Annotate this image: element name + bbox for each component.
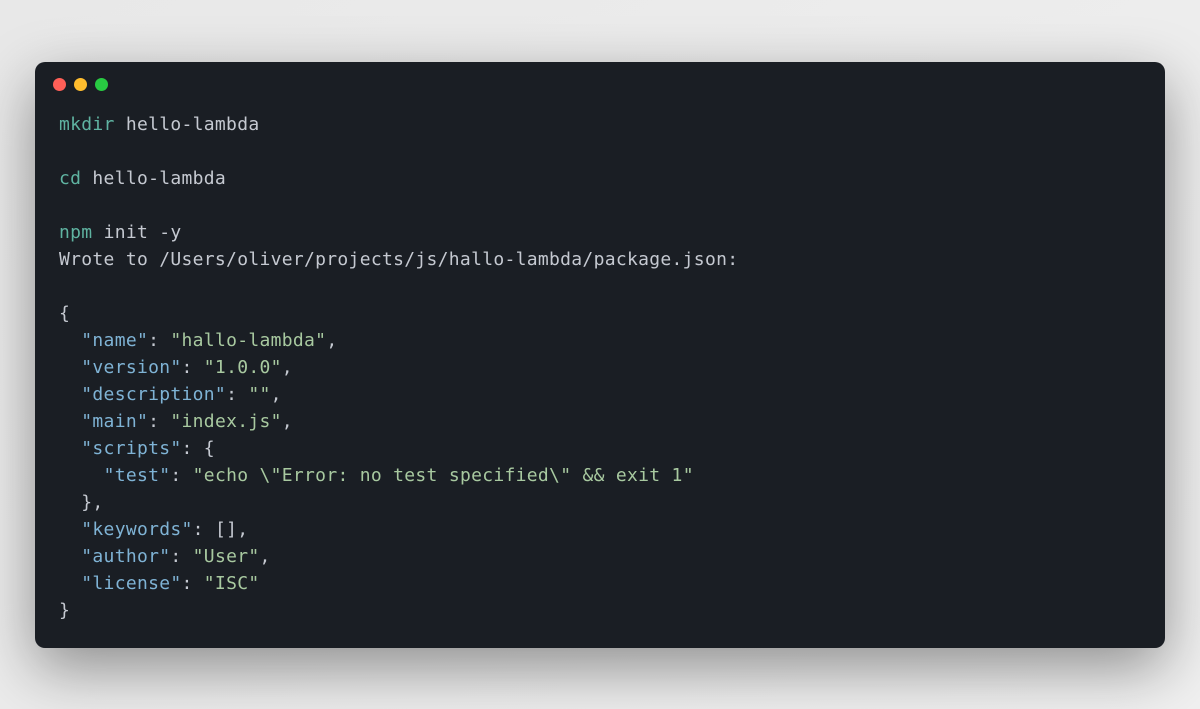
command-cd: cd <box>59 168 81 189</box>
command-mkdir: mkdir <box>59 114 115 135</box>
minimize-icon[interactable] <box>74 78 87 91</box>
json-key-main: "main" <box>81 411 148 432</box>
terminal-window: mkdir hello-lambda cd hello-lambda npm i… <box>35 62 1165 648</box>
command-npm: npm <box>59 222 92 243</box>
arg-mkdir: hello-lambda <box>126 114 260 135</box>
json-open-brace: { <box>59 303 70 324</box>
json-value-license: "ISC" <box>204 573 260 594</box>
json-value-version: "1.0.0" <box>204 357 282 378</box>
output-wrote-line: Wrote to /Users/oliver/projects/js/hallo… <box>59 249 738 270</box>
json-key-author: "author" <box>81 546 170 567</box>
json-close-brace: } <box>59 600 70 621</box>
json-key-keywords: "keywords" <box>81 519 192 540</box>
terminal-output[interactable]: mkdir hello-lambda cd hello-lambda npm i… <box>35 99 1165 648</box>
maximize-icon[interactable] <box>95 78 108 91</box>
json-value-name: "hallo-lambda" <box>170 330 326 351</box>
close-icon[interactable] <box>53 78 66 91</box>
json-key-license: "license" <box>81 573 181 594</box>
json-value-description: "" <box>248 384 270 405</box>
json-key-version: "version" <box>81 357 181 378</box>
arg-npm: init -y <box>104 222 182 243</box>
json-key-name: "name" <box>81 330 148 351</box>
json-value-test: "echo \"Error: no test specified\" && ex… <box>193 465 694 486</box>
titlebar <box>35 62 1165 99</box>
arg-cd: hello-lambda <box>92 168 226 189</box>
json-key-test: "test" <box>104 465 171 486</box>
json-value-author: "User" <box>193 546 260 567</box>
json-value-main: "index.js" <box>170 411 281 432</box>
json-key-scripts: "scripts" <box>81 438 181 459</box>
json-key-description: "description" <box>81 384 226 405</box>
json-value-keywords: [] <box>215 519 237 540</box>
